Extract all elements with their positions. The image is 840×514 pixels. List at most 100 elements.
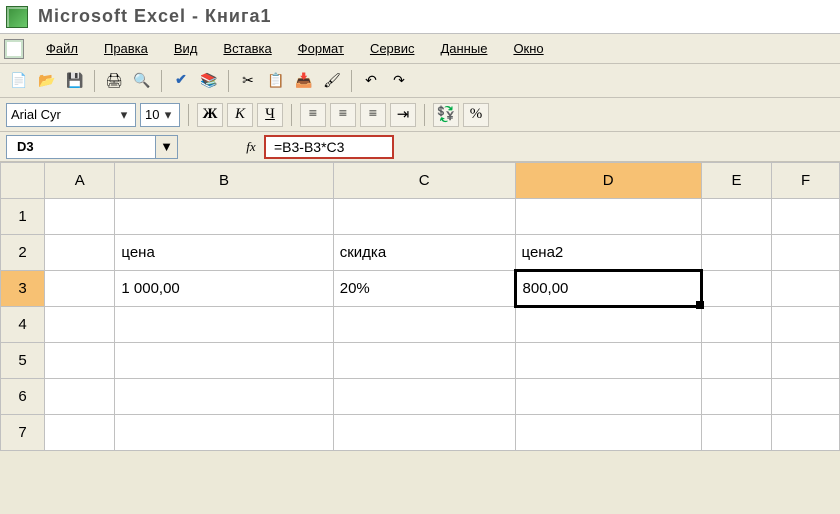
cell-B6[interactable] [115,379,333,415]
cell-C4[interactable] [333,307,515,343]
cell-D6[interactable] [515,379,701,415]
menu-file[interactable]: Файл [38,37,86,60]
cell-D7[interactable] [515,415,701,451]
col-header-F[interactable]: F [772,163,840,199]
cell-C5[interactable] [333,343,515,379]
align-right-icon[interactable]: ≡ [360,103,386,127]
cell-F3[interactable] [772,271,840,307]
cell-A5[interactable] [45,343,115,379]
menu-insert[interactable]: Вставка [215,37,279,60]
cell-B2[interactable]: цена [115,235,333,271]
col-header-C[interactable]: C [333,163,515,199]
percent-button[interactable]: % [463,103,489,127]
menu-data[interactable]: Данные [432,37,495,60]
workbook-icon[interactable] [4,39,24,59]
separator [228,70,229,92]
formula-input[interactable]: =B3-B3*C3 [264,135,394,159]
new-icon[interactable]: 📄 [6,68,32,94]
currency-icon[interactable]: 💱 [433,103,459,127]
cell-D4[interactable] [515,307,701,343]
cell-A3[interactable] [45,271,115,307]
separator [424,104,425,126]
print-icon[interactable]: 🖨 [101,68,127,94]
row-header-4[interactable]: 4 [1,307,45,343]
cell-A1[interactable] [45,199,115,235]
open-icon[interactable]: 📂 [34,68,60,94]
row-header-7[interactable]: 7 [1,415,45,451]
align-center-icon[interactable]: ≡ [330,103,356,127]
col-header-E[interactable]: E [701,163,771,199]
menu-view[interactable]: Вид [166,37,206,60]
select-all-corner[interactable] [1,163,45,199]
cell-A7[interactable] [45,415,115,451]
cell-D5[interactable] [515,343,701,379]
cell-F7[interactable] [772,415,840,451]
align-left-icon[interactable]: ≡ [300,103,326,127]
spreadsheet-grid[interactable]: A B C D E F 1 2 цена скидка цена2 3 1 00… [0,162,840,451]
print-preview-icon[interactable]: 🔍 [129,68,155,94]
cell-F4[interactable] [772,307,840,343]
cell-C1[interactable] [333,199,515,235]
font-size-combo[interactable]: 10 ▾ [140,103,180,127]
font-size-value: 10 [145,107,161,122]
col-header-B[interactable]: B [115,163,333,199]
cell-D2[interactable]: цена2 [515,235,701,271]
italic-button[interactable]: К [227,103,253,127]
cell-D1[interactable] [515,199,701,235]
cell-A6[interactable] [45,379,115,415]
cell-B7[interactable] [115,415,333,451]
research-icon[interactable]: 📚 [196,68,222,94]
cell-E1[interactable] [701,199,771,235]
cell-E7[interactable] [701,415,771,451]
separator [351,70,352,92]
cell-B3[interactable]: 1 000,00 [115,271,333,307]
bold-button[interactable]: Ж [197,103,223,127]
merge-center-icon[interactable]: ⇥ [390,103,416,127]
cell-F5[interactable] [772,343,840,379]
cell-C7[interactable] [333,415,515,451]
row-header-5[interactable]: 5 [1,343,45,379]
spellcheck-icon[interactable]: ✔ [168,68,194,94]
row-header-2[interactable]: 2 [1,235,45,271]
cell-E6[interactable] [701,379,771,415]
cell-E5[interactable] [701,343,771,379]
name-box-dropdown[interactable]: ▼ [156,135,178,159]
cut-icon[interactable]: ✂ [235,68,261,94]
format-painter-icon[interactable]: 🖌 [319,68,345,94]
undo-icon[interactable]: ↶ [358,68,384,94]
cell-B4[interactable] [115,307,333,343]
underline-button[interactable]: Ч [257,103,283,127]
paste-icon[interactable]: 📥 [291,68,317,94]
save-icon[interactable]: 💾 [62,68,88,94]
menu-edit[interactable]: Правка [96,37,156,60]
cell-F6[interactable] [772,379,840,415]
row-header-3[interactable]: 3 [1,271,45,307]
cell-C2[interactable]: скидка [333,235,515,271]
menu-window[interactable]: Окно [505,37,551,60]
col-header-D[interactable]: D [515,163,701,199]
row-header-6[interactable]: 6 [1,379,45,415]
cell-E3[interactable] [701,271,771,307]
menu-format[interactable]: Формат [290,37,352,60]
chevron-down-icon[interactable]: ▾ [117,107,131,123]
fx-icon[interactable]: fx [238,139,264,155]
font-name-combo[interactable]: Arial Cyr ▾ [6,103,136,127]
name-box[interactable]: D3 [6,135,156,159]
menu-tools[interactable]: Сервис [362,37,423,60]
cell-A2[interactable] [45,235,115,271]
chevron-down-icon[interactable]: ▾ [161,107,175,123]
cell-F2[interactable] [772,235,840,271]
cell-C6[interactable] [333,379,515,415]
cell-B1[interactable] [115,199,333,235]
cell-E2[interactable] [701,235,771,271]
redo-icon[interactable]: ↷ [386,68,412,94]
cell-C3[interactable]: 20% [333,271,515,307]
col-header-A[interactable]: A [45,163,115,199]
cell-D3[interactable]: 800,00 [515,271,701,307]
row-header-1[interactable]: 1 [1,199,45,235]
cell-A4[interactable] [45,307,115,343]
cell-E4[interactable] [701,307,771,343]
copy-icon[interactable]: 📋 [263,68,289,94]
cell-B5[interactable] [115,343,333,379]
cell-F1[interactable] [772,199,840,235]
